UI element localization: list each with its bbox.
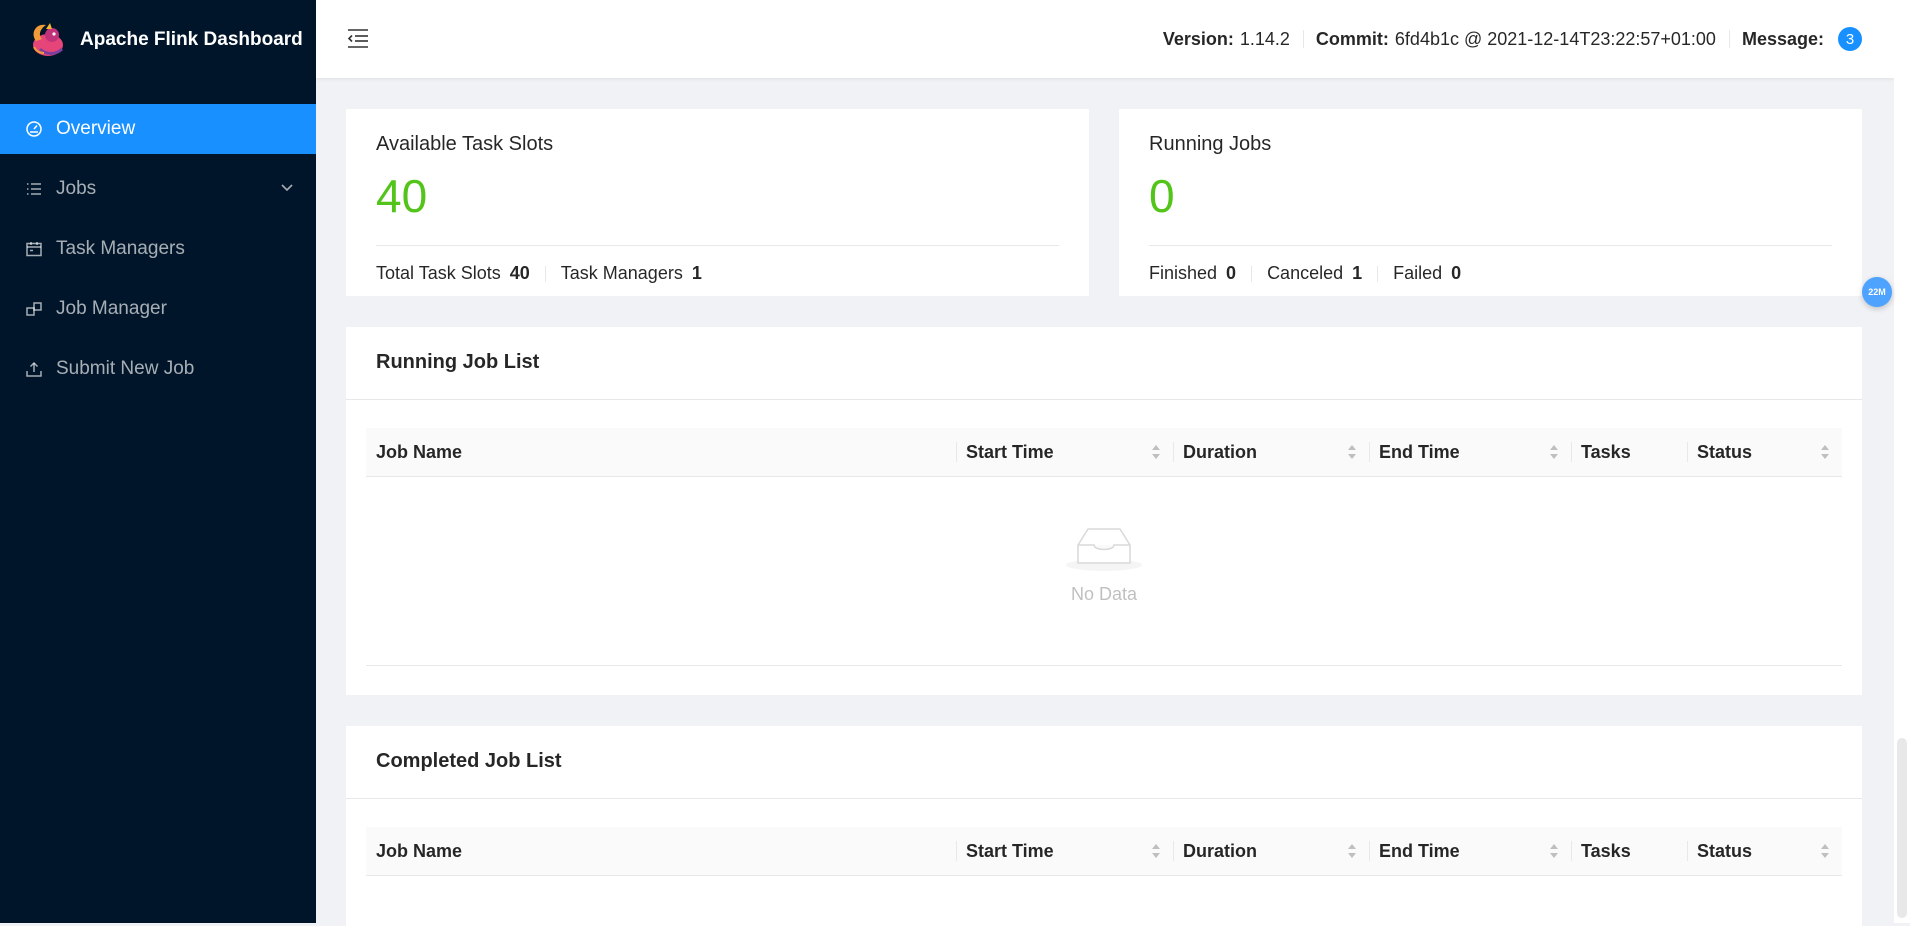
column-header-tasks: Tasks <box>1571 827 1687 875</box>
version-value: 1.14.2 <box>1239 28 1290 49</box>
sidebar-item-label: Task Managers <box>56 238 185 259</box>
column-header-duration[interactable]: Duration <box>1173 428 1369 476</box>
divider <box>1302 30 1304 48</box>
commit-label: Commit: <box>1315 28 1389 49</box>
task-managers-label: Task Managers <box>560 263 683 283</box>
upload-icon <box>25 360 43 378</box>
running-job-list-card: Running Job List Job Name Start Time Dur… <box>346 327 1862 695</box>
column-header-job-name: Job Name <box>376 840 463 861</box>
vertical-scrollbar[interactable] <box>1894 0 1910 923</box>
sidebar-menu: Overview Jobs Task Managers Job Manager <box>0 104 316 394</box>
card-title: Running Jobs <box>1149 133 1272 155</box>
flink-squirrel-logo <box>33 23 64 56</box>
running-jobs-card: Running Jobs 0 Finished 0 Canceled 1 Fai… <box>1119 109 1862 296</box>
running-jobs-value: 0 <box>1149 170 1175 222</box>
commit-value: 6fd4b1c @ 2021-12-14T23:22:57+01:00 <box>1394 28 1716 49</box>
card-footer: Total Task Slots 40 Task Managers 1 <box>376 263 702 284</box>
table-header: Job Name Start Time Duration End Time Ta… <box>366 428 1842 477</box>
sort-icon[interactable] <box>1347 444 1357 460</box>
column-header-job-name: Job Name <box>376 441 463 462</box>
column-header-status[interactable]: Status <box>1687 428 1842 476</box>
column-header-tasks: Tasks <box>1571 428 1687 476</box>
sort-icon[interactable] <box>1347 843 1357 859</box>
total-slots-value: 40 <box>509 263 530 283</box>
sidebar-item-label: Job Manager <box>56 298 167 319</box>
message-label: Message: <box>1741 28 1824 49</box>
card-title: Completed Job List <box>376 750 562 772</box>
list-icon <box>25 180 43 198</box>
failed-value: 0 <box>1451 263 1462 283</box>
sidebar-item-jobs[interactable]: Jobs <box>0 164 316 214</box>
schedule-icon <box>25 240 43 258</box>
card-title: Available Task Slots <box>376 133 554 155</box>
scrollbar-thumb[interactable] <box>1897 738 1907 918</box>
divider <box>1728 30 1730 48</box>
column-header-start-time[interactable]: Start Time <box>956 428 1173 476</box>
sort-icon[interactable] <box>1549 444 1559 460</box>
sidebar-item-submit-new-job[interactable]: Submit New Job <box>0 344 316 394</box>
column-header-end-time[interactable]: End Time <box>1369 428 1571 476</box>
divider <box>376 245 1059 246</box>
divider <box>346 798 1862 799</box>
completed-job-list-card: Completed Job List Job Name Start Time D… <box>346 726 1862 926</box>
divider <box>366 665 1842 666</box>
sidebar-item-label: Overview <box>56 118 136 139</box>
chevron-down-icon <box>281 184 293 192</box>
menu-fold-icon[interactable] <box>346 26 370 50</box>
column-header-duration[interactable]: Duration <box>1173 827 1369 875</box>
divider <box>1251 265 1253 282</box>
divider <box>1377 265 1379 282</box>
dashboard-icon <box>25 120 43 138</box>
sort-icon[interactable] <box>1151 444 1161 460</box>
sort-icon[interactable] <box>1820 444 1830 460</box>
sidebar-item-label: Submit New Job <box>56 358 195 379</box>
available-slots-value: 40 <box>376 170 428 222</box>
empty-text: No Data <box>1070 584 1138 604</box>
sidebar-item-overview[interactable]: Overview <box>0 104 316 154</box>
column-header-start-time[interactable]: Start Time <box>956 827 1173 875</box>
brand-name: Apache Flink Dashboard <box>80 29 303 50</box>
finished-label: Finished <box>1149 263 1218 283</box>
divider <box>346 399 1862 400</box>
empty-inbox-icon <box>1066 528 1142 571</box>
card-title: Running Job List <box>376 351 540 373</box>
column-header-end-time[interactable]: End Time <box>1369 827 1571 875</box>
task-slots-card: Available Task Slots 40 Total Task Slots… <box>346 109 1089 296</box>
task-managers-value: 1 <box>691 263 702 283</box>
sidebar-item-label: Jobs <box>56 178 97 199</box>
sidebar-item-job-manager[interactable]: Job Manager <box>0 284 316 334</box>
sort-icon[interactable] <box>1549 843 1559 859</box>
sidebar-item-task-managers[interactable]: Task Managers <box>0 224 316 274</box>
column-header-status[interactable]: Status <box>1687 827 1842 875</box>
canceled-label: Canceled <box>1267 263 1344 283</box>
canceled-value: 1 <box>1352 263 1363 283</box>
divider <box>1149 245 1832 246</box>
sort-icon[interactable] <box>1151 843 1161 859</box>
card-footer: Finished 0 Canceled 1 Failed 0 <box>1149 263 1461 284</box>
empty-state: No Data <box>346 523 1862 605</box>
top-header: Version: 1.14.2 Commit: 6fd4b1c @ 2021-1… <box>316 0 1894 78</box>
brand[interactable]: Apache Flink Dashboard <box>0 0 316 80</box>
sidebar: Apache Flink Dashboard Overview Jobs Tas… <box>0 0 316 923</box>
floating-memory-badge[interactable]: 22M <box>1862 277 1892 307</box>
message-count-badge[interactable]: 3 <box>1838 27 1862 51</box>
sort-icon[interactable] <box>1820 843 1830 859</box>
finished-value: 0 <box>1226 263 1237 283</box>
failed-label: Failed <box>1393 263 1443 283</box>
header-info: Version: 1.14.2 Commit: 6fd4b1c @ 2021-1… <box>1163 0 1862 78</box>
total-slots-label: Total Task Slots <box>376 263 501 283</box>
table-header: Job Name Start Time Duration End Time Ta… <box>366 827 1842 876</box>
divider <box>544 265 546 282</box>
version-label: Version: <box>1162 28 1234 49</box>
build-icon <box>25 300 43 318</box>
